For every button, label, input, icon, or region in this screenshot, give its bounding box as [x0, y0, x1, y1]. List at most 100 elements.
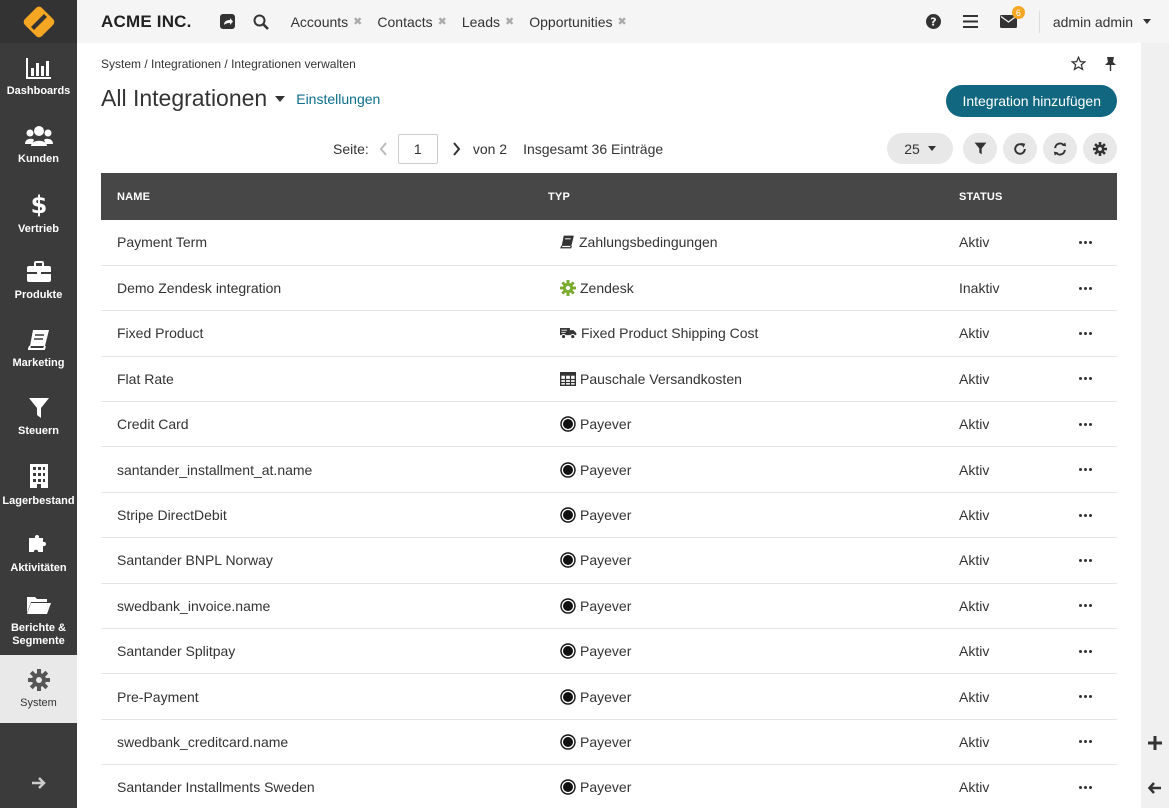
menu-button[interactable] — [962, 15, 978, 28]
sidebar-item-produkte[interactable]: Produkte — [0, 247, 77, 315]
row-actions-menu[interactable] — [1069, 604, 1101, 608]
prev-page-button[interactable] — [379, 142, 388, 156]
row-actions-menu[interactable] — [1069, 740, 1101, 744]
sidebar-collapse-button[interactable] — [0, 758, 77, 808]
table-row[interactable]: swedbank_creditcard.name Payever Aktiv — [101, 719, 1117, 765]
payever-icon — [560, 688, 576, 705]
arrow-right-icon — [31, 777, 46, 789]
sidebar-item-label: Produkte — [14, 288, 63, 301]
cell-type: Payever — [532, 674, 943, 719]
tab-opportunities[interactable]: Opportunities ✖ — [529, 14, 627, 30]
row-actions-menu[interactable] — [1069, 377, 1101, 381]
row-actions-menu[interactable] — [1069, 649, 1101, 653]
refresh-button[interactable] — [1043, 133, 1077, 164]
row-actions-menu[interactable] — [1069, 240, 1101, 244]
payever-icon — [560, 552, 576, 569]
payever-icon — [560, 416, 576, 432]
row-actions-menu[interactable] — [1069, 331, 1101, 335]
cell-actions — [1053, 356, 1117, 401]
cell-name: Pre-Payment — [117, 688, 199, 705]
user-menu[interactable]: admin admin — [1053, 14, 1133, 30]
table-row[interactable]: Santander Splitpay Payever Aktiv — [101, 629, 1117, 674]
total-records: Insgesamt 36 Einträge — [523, 141, 664, 157]
sidebar-item-label: Dashboards — [6, 84, 71, 97]
cell-actions — [1053, 583, 1117, 628]
sidebar-item-lagerbestand[interactable]: Lagerbestand — [0, 451, 77, 519]
cell-status: Aktiv — [959, 688, 990, 705]
chevron-left-icon — [379, 142, 387, 156]
sidebar-item-aktivitaeten[interactable]: Aktivitäten — [0, 519, 77, 587]
pin-icon[interactable] — [1104, 56, 1117, 71]
row-actions-menu[interactable] — [1069, 785, 1101, 789]
column-header-type[interactable]: TYP — [532, 173, 943, 220]
cell-actions — [1053, 220, 1117, 265]
table-row[interactable]: Fixed Product Fixed Product Shipping Cost… — [101, 311, 1117, 357]
filter-button[interactable] — [963, 133, 997, 164]
chevron-down-icon[interactable] — [1143, 19, 1151, 24]
row-actions-menu[interactable] — [1069, 468, 1101, 472]
sidebar-item-kunden[interactable]: Kunden — [0, 111, 77, 179]
chevron-down-icon[interactable] — [275, 95, 286, 102]
sidebar-item-berichte[interactable]: Berichte & Segmente — [0, 587, 77, 655]
help-button[interactable]: ? — [925, 14, 941, 29]
table-row[interactable]: santander_installment_at.name Payever Akti… — [101, 447, 1117, 493]
table-row[interactable]: Payment Term Zahlungsbedingungen Aktiv — [101, 220, 1117, 266]
page-number-input[interactable] — [397, 134, 438, 164]
table-row[interactable]: Demo Zendesk integration Zendesk Inaktiv — [101, 265, 1117, 311]
sidebar-item-dashboards[interactable]: Dashboards — [0, 43, 77, 111]
row-actions-menu[interactable] — [1069, 558, 1101, 562]
app-logo[interactable] — [0, 0, 77, 43]
notifications-button[interactable]: 6 — [999, 6, 1025, 28]
plus-icon[interactable] — [1148, 736, 1162, 750]
grid-settings-button[interactable] — [1083, 133, 1117, 164]
page-size-select[interactable]: 25 — [887, 133, 953, 164]
row-actions-menu[interactable] — [1069, 422, 1101, 426]
sidebar-item-system[interactable]: System — [0, 655, 77, 723]
type-label: Payever — [580, 733, 632, 750]
row-actions-menu[interactable] — [1069, 513, 1101, 517]
table-row[interactable]: Stripe DirectDebit Payever Aktiv — [101, 492, 1117, 538]
search-button[interactable] — [253, 14, 269, 30]
cell-status: Aktiv — [959, 325, 990, 342]
integrations-table: NAME TYP STATUS Payment Term Zahlungsbedi… — [101, 173, 1117, 808]
tab-leads[interactable]: Leads ✖ — [462, 14, 514, 30]
cell-name: Demo Zendesk integration — [117, 280, 282, 297]
star-icon[interactable] — [1071, 56, 1086, 71]
next-page-button[interactable] — [452, 142, 461, 156]
title-row: All Integrationen Einstellungen — [101, 85, 380, 112]
row-actions-menu[interactable] — [1069, 695, 1101, 699]
reset-button[interactable] — [1003, 133, 1037, 164]
table-row[interactable]: Credit Card Payever Aktiv — [101, 402, 1117, 447]
chevron-down-icon — [927, 146, 936, 151]
close-icon[interactable]: ✖ — [438, 15, 447, 28]
payever-icon — [560, 598, 576, 614]
column-header-status[interactable]: STATUS — [943, 173, 1053, 220]
close-icon[interactable]: ✖ — [618, 15, 627, 28]
close-icon[interactable]: ✖ — [505, 15, 514, 28]
close-icon[interactable]: ✖ — [353, 15, 362, 28]
table-row[interactable]: Santander Installments Sweden Payever Akti… — [101, 765, 1117, 808]
type-label: Payever — [580, 507, 632, 524]
column-header-name[interactable]: NAME — [101, 173, 532, 220]
sidebar-item-marketing[interactable]: Marketing — [0, 315, 77, 383]
cell-type: Zendesk — [532, 265, 943, 310]
sidebar-item-vertrieb[interactable]: $ Vertrieb — [0, 179, 77, 247]
add-integration-button[interactable]: Integration hinzufügen — [946, 85, 1117, 117]
table-row[interactable]: swedbank_invoice.name Payever Aktiv — [101, 583, 1117, 629]
gear-icon — [27, 668, 50, 691]
settings-link[interactable]: Einstellungen — [296, 91, 380, 107]
table-row[interactable]: Flat Rate Pauschale Versandkosten Aktiv — [101, 356, 1117, 402]
tab-contacts[interactable]: Contacts ✖ — [377, 14, 446, 30]
share-button[interactable] — [219, 14, 235, 29]
arrow-left-icon[interactable] — [1148, 781, 1162, 795]
sidebar-item-label: Vertrieb — [18, 222, 59, 235]
row-actions-menu[interactable] — [1069, 286, 1101, 290]
type-label: Payever — [580, 461, 632, 478]
cell-status: Aktiv — [959, 507, 990, 524]
menu-icon — [962, 15, 978, 28]
tab-accounts[interactable]: Accounts ✖ — [291, 14, 363, 30]
sidebar-item-steuern[interactable]: Steuern — [0, 383, 77, 451]
table-row[interactable]: Santander BNPL Norway Payever Aktiv — [101, 538, 1117, 584]
gear-icon — [1093, 141, 1107, 156]
table-row[interactable]: Pre-Payment Payever Aktiv — [101, 674, 1117, 720]
